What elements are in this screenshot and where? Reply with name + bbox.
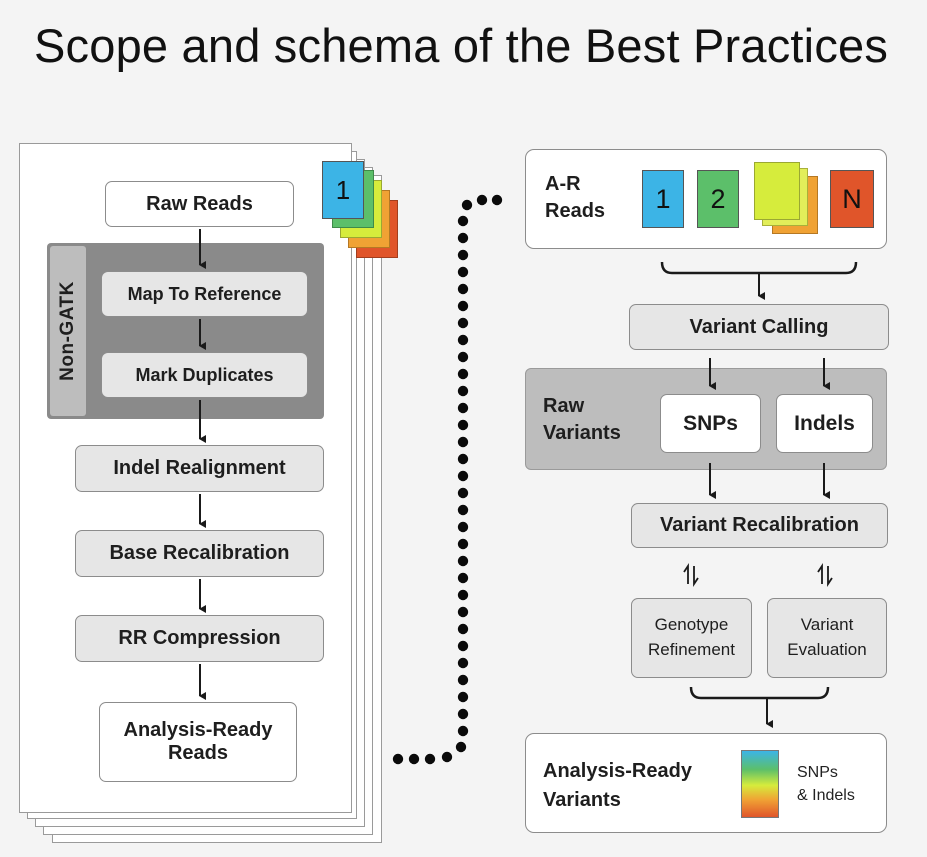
connectors-layer: [199, 194, 858, 765]
dotted-connector: [392, 194, 503, 765]
exchange-arrows: [683, 563, 833, 587]
bracket-refine-eval: [689, 686, 830, 700]
bracket-samples: [660, 261, 858, 275]
